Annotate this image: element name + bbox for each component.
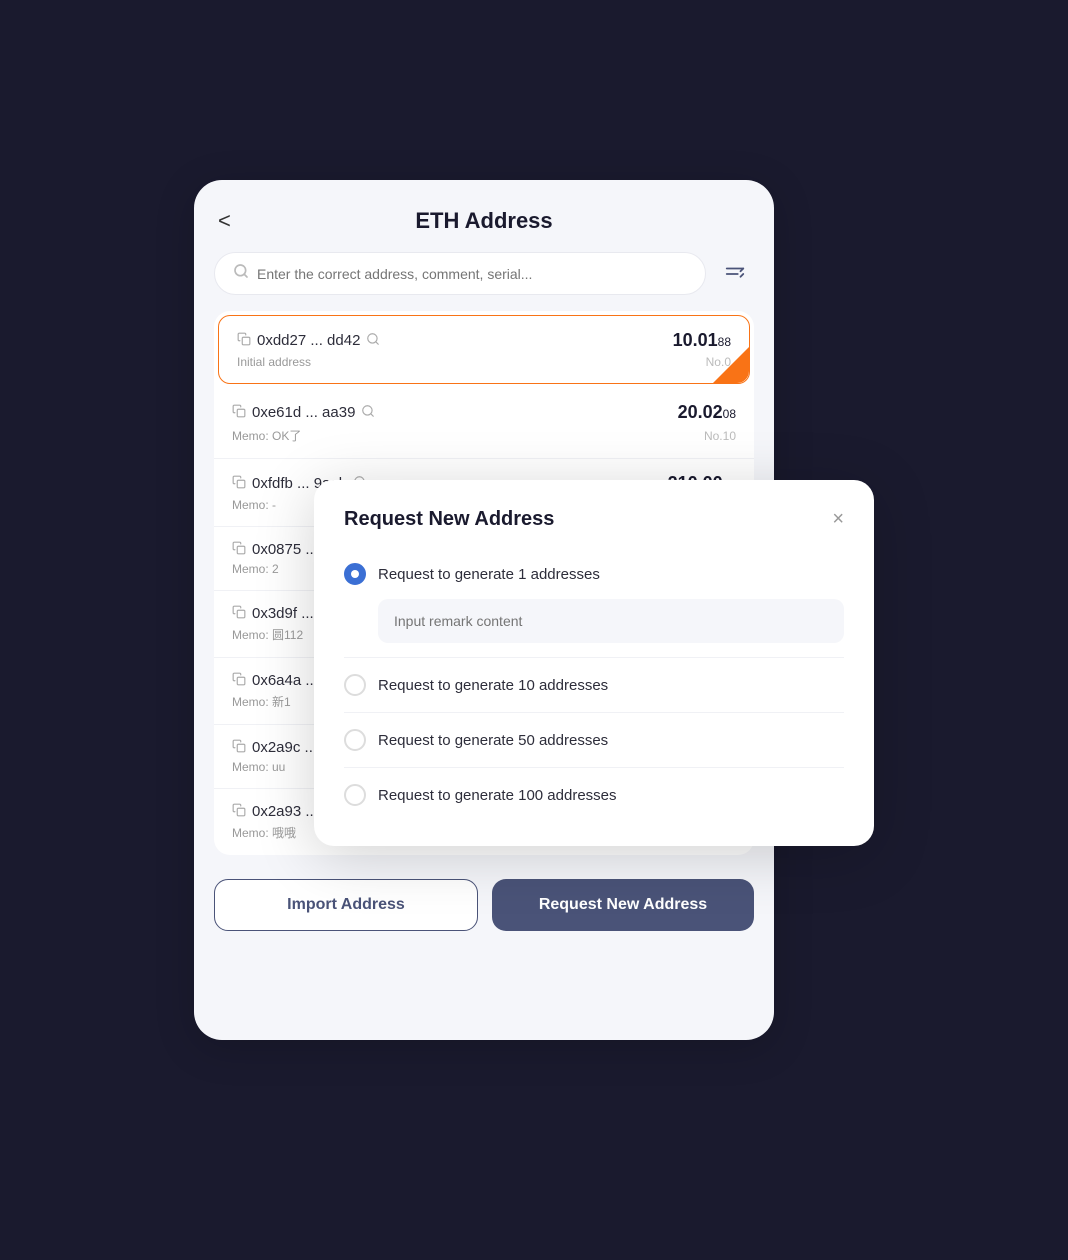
radio-circle-2	[344, 674, 366, 696]
address-memo: Memo: -	[232, 498, 276, 512]
radio-option-2[interactable]: Request to generate 10 addresses	[344, 664, 844, 706]
header: < ETH Address	[194, 180, 774, 252]
import-address-button[interactable]: Import Address	[214, 879, 478, 931]
radio-option-1[interactable]: Request to generate 1 addresses	[344, 553, 844, 595]
search-icon	[233, 263, 249, 284]
modal-overlay: Request New Address × Request to generat…	[314, 480, 874, 846]
search-address-icon[interactable]	[361, 404, 375, 421]
copy-icon[interactable]	[232, 404, 246, 421]
radio-label-3: Request to generate 50 addresses	[378, 732, 608, 749]
search-input-wrapper	[214, 252, 706, 295]
modal-options: Request to generate 1 addresses Request …	[344, 553, 844, 816]
address-memo: Memo: 圆112	[232, 626, 303, 643]
radio-label-4: Request to generate 100 addresses	[378, 787, 617, 804]
address-hash: 0xe61d ... aa39	[252, 404, 355, 421]
copy-icon[interactable]	[232, 739, 246, 756]
copy-icon[interactable]	[232, 541, 246, 558]
radio-circle-3	[344, 729, 366, 751]
filter-button[interactable]	[716, 255, 754, 293]
radio-circle-4	[344, 784, 366, 806]
request-new-address-button[interactable]: Request New Address	[492, 879, 754, 931]
divider-3	[344, 767, 844, 768]
address-item[interactable]: 0xe61d ... aa39 20.0208 Memo: OK了 No.10	[214, 388, 754, 459]
modal-header: Request New Address ×	[344, 508, 844, 531]
address-no: No.10	[704, 429, 736, 443]
address-memo: Initial address	[237, 355, 311, 369]
back-button[interactable]: <	[218, 208, 231, 234]
divider-2	[344, 712, 844, 713]
search-address-icon[interactable]	[366, 332, 380, 349]
radio-circle-1	[344, 563, 366, 585]
amount-main: 20.0208	[678, 402, 736, 422]
copy-icon[interactable]	[237, 332, 251, 349]
search-input[interactable]	[257, 266, 687, 282]
copy-icon[interactable]	[232, 475, 246, 492]
radio-label-2: Request to generate 10 addresses	[378, 677, 608, 694]
address-memo: Memo: uu	[232, 760, 285, 774]
copy-icon[interactable]	[232, 672, 246, 689]
modal-title: Request New Address	[344, 508, 554, 531]
address-item[interactable]: 0xdd27 ... dd42 10.0188 Initial address …	[218, 315, 750, 384]
address-hash: 0xdd27 ... dd42	[257, 332, 360, 349]
screen-wrapper: < ETH Address	[194, 180, 874, 1080]
address-memo: Memo: 2	[232, 562, 279, 576]
radio-option-4[interactable]: Request to generate 100 addresses	[344, 774, 844, 816]
modal-close-button[interactable]: ×	[832, 508, 844, 531]
radio-option-3[interactable]: Request to generate 50 addresses	[344, 719, 844, 761]
bottom-buttons: Import Address Request New Address	[194, 855, 774, 941]
radio-label-1: Request to generate 1 addresses	[378, 566, 600, 583]
address-memo: Memo: OK了	[232, 427, 301, 444]
page-title: ETH Address	[415, 208, 552, 234]
address-memo: Memo: 新1	[232, 693, 291, 710]
copy-icon[interactable]	[232, 605, 246, 622]
remark-input[interactable]	[378, 599, 844, 643]
search-bar	[214, 252, 754, 295]
address-memo: Memo: 哦哦	[232, 824, 296, 841]
corner-badge	[713, 347, 749, 383]
divider-1	[344, 657, 844, 658]
request-new-address-modal: Request New Address × Request to generat…	[314, 480, 874, 846]
copy-icon[interactable]	[232, 803, 246, 820]
